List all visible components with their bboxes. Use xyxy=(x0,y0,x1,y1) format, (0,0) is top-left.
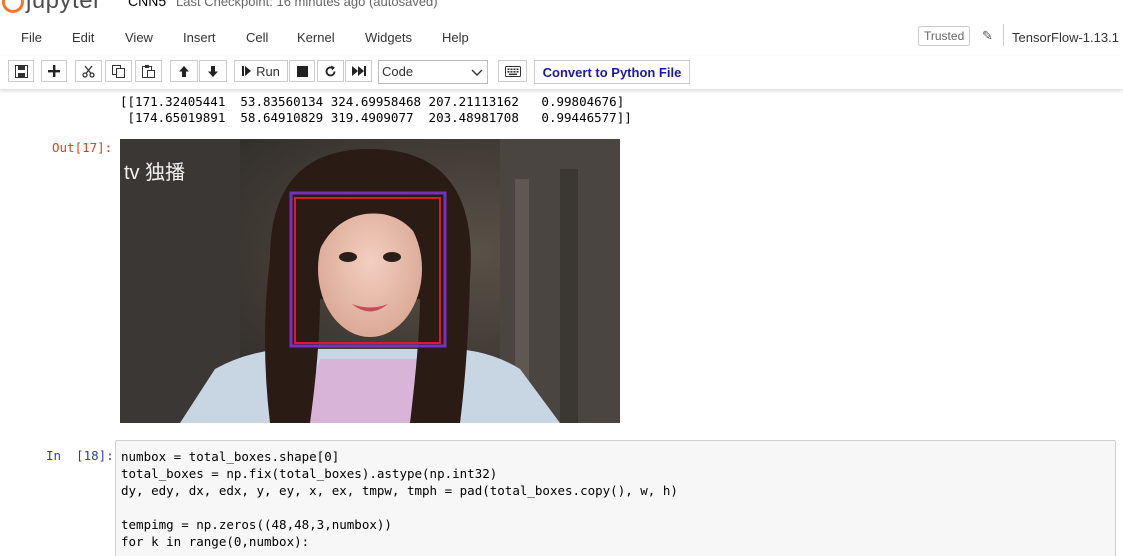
face-detection-image: tv 独播 xyxy=(120,139,620,423)
fast-forward-icon xyxy=(351,66,366,76)
move-down-button[interactable] xyxy=(199,60,227,82)
kernel-name[interactable]: TensorFlow-1.13.1 xyxy=(1012,30,1119,45)
menu-kernel[interactable]: Kernel xyxy=(297,30,335,45)
header-bar: jupyter CNN5 Last Checkpoint: 16 minutes… xyxy=(0,0,1123,20)
stop-icon xyxy=(296,65,308,77)
paste-button[interactable] xyxy=(135,60,162,82)
copy-button[interactable] xyxy=(105,60,132,82)
plus-icon xyxy=(48,65,60,77)
move-up-button[interactable] xyxy=(170,60,198,82)
kernel-divider xyxy=(1003,24,1004,46)
arrow-up-icon xyxy=(179,65,189,77)
code-line: for k in range(0,numbox): xyxy=(121,534,310,549)
output-text-line: [[171.32405441 53.83560134 324.69958468 … xyxy=(120,94,625,109)
copy-icon xyxy=(112,64,125,78)
code-editor[interactable]: numbox = total_boxes.shape[0] total_boxe… xyxy=(115,440,1116,556)
video-watermark: tv 独播 xyxy=(124,161,185,184)
jupyter-logo[interactable]: jupyter xyxy=(2,0,102,14)
paste-icon xyxy=(142,64,155,78)
output-text-line: [174.65019891 58.64910829 319.4909077 20… xyxy=(120,110,632,125)
scissors-icon xyxy=(82,65,95,78)
logo-text: jupyter xyxy=(26,0,102,14)
keyboard-icon xyxy=(504,65,521,77)
code-line: dy, edy, dx, edx, y, ey, x, ex, tmpw, tm… xyxy=(121,483,678,498)
restart-run-all-button[interactable] xyxy=(345,60,372,82)
interrupt-button[interactable] xyxy=(289,60,315,82)
input-prompt: In [18]: xyxy=(46,448,114,463)
toolbar: Run Code Convert to Python File xyxy=(0,56,1123,89)
code-line: total_boxes = np.fix(total_boxes).astype… xyxy=(121,466,498,481)
menu-view[interactable]: View xyxy=(125,30,153,45)
menu-cell[interactable]: Cell xyxy=(246,30,268,45)
menu-help[interactable]: Help xyxy=(442,30,469,45)
menu-file[interactable]: File xyxy=(21,30,42,45)
output-image: tv 独播 xyxy=(120,139,620,423)
run-button[interactable]: Run xyxy=(234,60,288,82)
jupyter-logo-icon xyxy=(2,0,24,13)
restart-button[interactable] xyxy=(317,60,344,82)
restart-icon xyxy=(325,65,336,76)
cell-type-value: Code xyxy=(382,64,414,79)
step-forward-icon xyxy=(242,66,252,76)
arrow-down-icon xyxy=(208,65,218,77)
pencil-icon[interactable]: ✎ xyxy=(982,28,993,44)
trusted-badge[interactable]: Trusted xyxy=(918,26,971,46)
menu-widgets[interactable]: Widgets xyxy=(365,30,412,45)
menu-edit[interactable]: Edit xyxy=(72,30,94,45)
chevron-down-icon xyxy=(471,69,483,76)
convert-to-python-button[interactable]: Convert to Python File xyxy=(534,60,690,84)
notebook-title-area: CNN5 Last Checkpoint: 16 minutes ago (au… xyxy=(128,0,438,9)
save-button[interactable] xyxy=(8,60,34,82)
notebook-container: [[171.32405441 53.83560134 324.69958468 … xyxy=(0,89,1123,556)
run-label: Run xyxy=(256,63,280,79)
cut-button[interactable] xyxy=(75,60,102,82)
menu-insert[interactable]: Insert xyxy=(183,30,216,45)
notebook-name[interactable]: CNN5 xyxy=(128,0,166,9)
insert-cell-button[interactable] xyxy=(41,60,67,82)
command-palette-button[interactable] xyxy=(498,60,527,82)
output-prompt: Out[17]: xyxy=(52,140,113,155)
code-line: numbox = total_boxes.shape[0] xyxy=(121,449,340,464)
cell-type-select[interactable]: Code xyxy=(378,60,488,84)
save-icon xyxy=(14,64,28,78)
code-line: tempimg = np.zeros((48,48,3,numbox)) xyxy=(121,517,392,532)
checkpoint-status: Last Checkpoint: 16 minutes ago (autosav… xyxy=(176,0,438,9)
